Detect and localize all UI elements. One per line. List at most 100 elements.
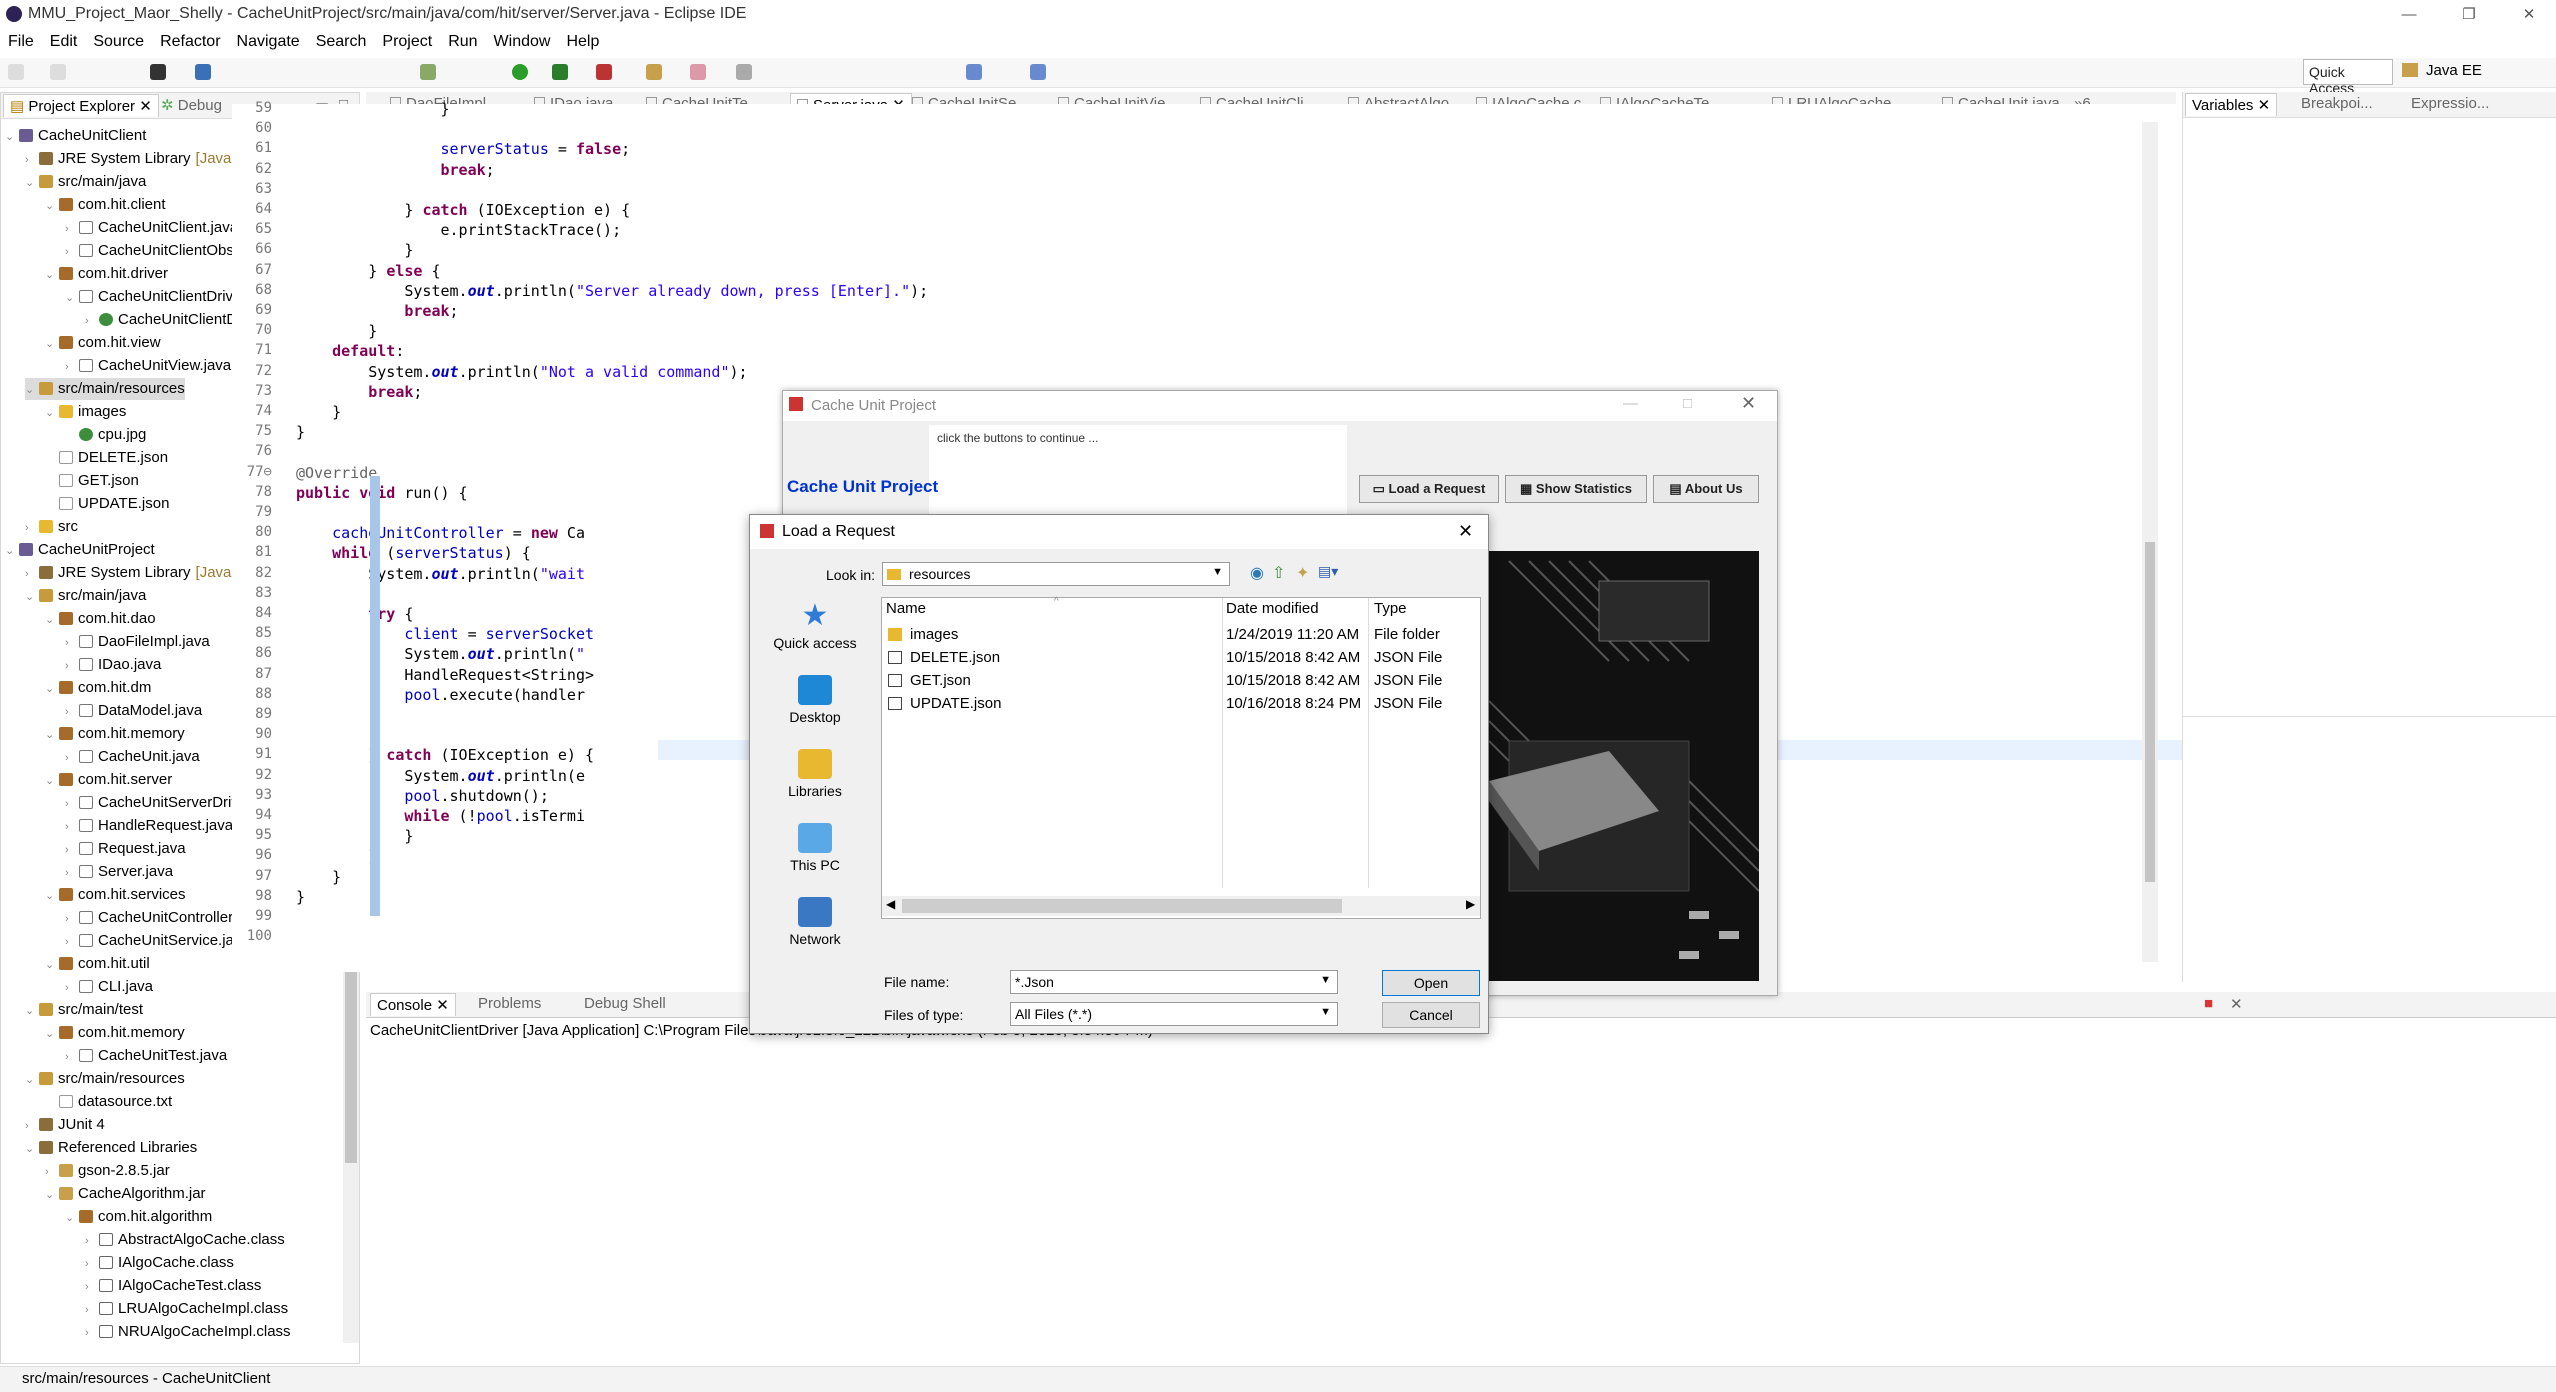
code-line[interactable]: serverStatus = false;: [296, 140, 631, 158]
code-line[interactable]: HandleRequest<String>: [296, 666, 594, 684]
place-libraries[interactable]: Libraries: [758, 749, 872, 799]
chevron-right-icon[interactable]: ›: [65, 241, 79, 263]
tree-item[interactable]: › DataModel.java: [65, 700, 202, 722]
tree-item[interactable]: › IDao.java: [65, 654, 161, 676]
look-in-select[interactable]: resources ▼: [882, 562, 1230, 586]
tab-console[interactable]: Console ✕: [370, 993, 456, 1016]
terminate-icon[interactable]: ■: [2204, 995, 2213, 1012]
tree-item[interactable]: ⌄ CacheAlgorithm.jar: [45, 1183, 206, 1205]
tree-item[interactable]: › CacheUnit.java: [65, 746, 200, 768]
tree-item[interactable]: ⌄ com.hit.driver: [45, 263, 168, 285]
chevron-right-icon[interactable]: ›: [65, 356, 79, 378]
code-line[interactable]: client = serverSocket: [296, 625, 594, 643]
open-type-icon[interactable]: [646, 64, 662, 80]
code-line[interactable]: break;: [296, 383, 422, 401]
tree-item[interactable]: › Request.java: [65, 838, 186, 860]
tree-item[interactable]: datasource.txt: [45, 1091, 172, 1113]
chevron-right-icon[interactable]: ›: [65, 655, 79, 677]
chevron-right-icon[interactable]: ›: [85, 1230, 99, 1252]
tree-item[interactable]: GET.json: [45, 470, 139, 492]
code-line[interactable]: System.out.println("Server already down,…: [296, 282, 928, 300]
chevron-down-icon[interactable]: ⌄: [45, 609, 59, 631]
debug-icon[interactable]: [150, 64, 166, 80]
editor-scrollbar-thumb[interactable]: [2145, 542, 2155, 882]
tree-item[interactable]: ⌄ src/main/java: [25, 585, 146, 607]
back-icon[interactable]: [966, 64, 982, 80]
file-name-input[interactable]: *.Json ▼: [1010, 970, 1338, 994]
files-of-type-select[interactable]: All Files (*.*) ▼: [1010, 1002, 1338, 1026]
tab-breakpoints[interactable]: Breakpoi...: [2301, 95, 2373, 112]
file-row[interactable]: GET.json 10/15/2018 8:42 AM JSON File: [882, 670, 1482, 692]
tree-item[interactable]: ⌄ com.hit.algorithm: [65, 1206, 212, 1228]
menu-file[interactable]: File: [0, 30, 42, 51]
chevron-down-icon[interactable]: ⌄: [45, 264, 59, 286]
tree-item[interactable]: › CacheUnitService.java: [65, 930, 250, 952]
chevron-down-icon[interactable]: ⌄: [45, 770, 59, 792]
tree-item[interactable]: ⌄ src/main/java: [25, 171, 146, 193]
code-line[interactable]: break;: [296, 302, 458, 320]
chevron-right-icon[interactable]: ›: [65, 931, 79, 953]
code-line[interactable]: System.out.println("Not a valid command"…: [296, 363, 747, 381]
place-desktop[interactable]: Desktop: [758, 675, 872, 725]
code-line[interactable]: }: [296, 322, 377, 340]
tree-item[interactable]: UPDATE.json: [45, 493, 169, 515]
editor-scrollbar[interactable]: [2142, 122, 2158, 962]
chevron-right-icon[interactable]: ›: [25, 1115, 39, 1137]
tree-item[interactable]: ⌄ CacheUnitClient: [5, 125, 146, 147]
chevron-down-icon[interactable]: ⌄: [45, 1023, 59, 1045]
chevron-down-icon[interactable]: ⌄: [45, 1184, 59, 1206]
tree-item[interactable]: ⌄ src/main/resources: [25, 1068, 185, 1090]
menu-help[interactable]: Help: [558, 30, 607, 51]
chevron-right-icon[interactable]: ›: [85, 1253, 99, 1275]
chevron-right-icon[interactable]: ›: [85, 1276, 99, 1298]
restore-button[interactable]: ❐: [2446, 0, 2492, 30]
tree-item[interactable]: ⌄ com.hit.view: [45, 332, 161, 354]
place-network[interactable]: Network: [758, 897, 872, 947]
code-line[interactable]: try {: [296, 605, 413, 623]
chevron-down-icon[interactable]: ⌄: [45, 402, 59, 424]
menu-run[interactable]: Run: [440, 30, 485, 51]
code-line[interactable]: } catch (IOException e) {: [296, 201, 630, 219]
code-line[interactable]: e.printStackTrace();: [296, 221, 621, 239]
home-icon[interactable]: ⇧: [1272, 563, 1285, 583]
code-line[interactable]: @Override: [296, 464, 377, 482]
new-icon[interactable]: [8, 64, 24, 80]
dialog-close-button[interactable]: ✕: [1458, 521, 1473, 542]
tree-item[interactable]: ⌄ com.hit.memory: [45, 1022, 185, 1044]
chevron-down-icon[interactable]: ⌄: [25, 379, 39, 401]
chevron-right-icon[interactable]: ›: [65, 747, 79, 769]
chevron-down-icon[interactable]: ⌄: [45, 333, 59, 355]
code-line[interactable]: }: [296, 868, 341, 886]
code-line[interactable]: break;: [296, 161, 495, 179]
forward-icon[interactable]: [1030, 64, 1046, 80]
tree-item[interactable]: › CacheUnitClient.java: [65, 217, 238, 239]
about-us-button[interactable]: ▤ About Us: [1653, 475, 1759, 503]
tab-expressions[interactable]: Expressio...: [2411, 95, 2489, 112]
code-line[interactable]: }: [296, 827, 413, 845]
code-line[interactable]: System.out.println(e: [296, 767, 585, 785]
scroll-left-icon[interactable]: ◀: [886, 897, 895, 911]
chevron-right-icon[interactable]: ›: [85, 1322, 99, 1344]
tab-variables[interactable]: Variables ✕: [2185, 93, 2278, 116]
tree-item[interactable]: ⌄ images: [45, 401, 126, 423]
chevron-right-icon[interactable]: ›: [85, 1299, 99, 1321]
chevron-down-icon[interactable]: ⌄: [25, 586, 39, 608]
chevron-right-icon[interactable]: ›: [25, 517, 39, 539]
scroll-right-icon[interactable]: ▶: [1466, 897, 1475, 911]
chevron-right-icon[interactable]: ›: [85, 310, 99, 332]
tree-item[interactable]: › IAlgoCacheTest.class: [85, 1275, 261, 1297]
chevron-right-icon[interactable]: ›: [25, 563, 39, 585]
tree-item[interactable]: ⌄ com.hit.client: [45, 194, 166, 216]
tree-item[interactable]: › Server.java: [65, 861, 173, 883]
chevron-right-icon[interactable]: ›: [25, 149, 39, 171]
tree-item[interactable]: › JUnit 4: [25, 1114, 105, 1136]
chevron-right-icon[interactable]: ›: [65, 816, 79, 838]
code-line[interactable]: }: [296, 847, 377, 865]
terminal-icon[interactable]: [195, 64, 211, 80]
code-line[interactable]: while (!pool.isTermi: [296, 807, 585, 825]
cache-maximize-button[interactable]: □: [1683, 395, 1692, 412]
tab-debug-shell[interactable]: Debug Shell: [584, 995, 666, 1012]
place-quick-access[interactable]: ★ Quick access: [758, 601, 872, 652]
chevron-down-icon[interactable]: ⌄: [65, 1207, 79, 1229]
chevron-down-icon[interactable]: ⌄: [5, 126, 19, 148]
